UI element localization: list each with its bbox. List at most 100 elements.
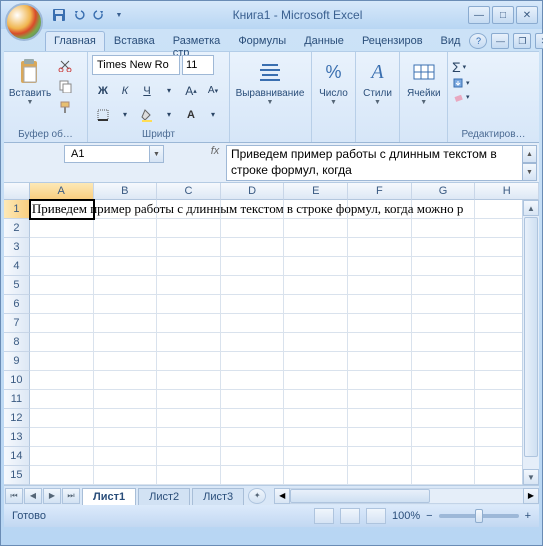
- cell[interactable]: [412, 371, 476, 390]
- cell[interactable]: [30, 428, 94, 447]
- row-header[interactable]: 8: [4, 333, 30, 352]
- zoom-in-icon[interactable]: +: [525, 510, 531, 522]
- cell[interactable]: [94, 390, 158, 409]
- column-header[interactable]: E: [284, 183, 348, 200]
- row-header[interactable]: 11: [4, 390, 30, 409]
- sheet-nav-last-icon[interactable]: ⏭: [62, 488, 80, 504]
- qat-dropdown-icon[interactable]: ▼: [111, 7, 127, 23]
- cell[interactable]: [284, 257, 348, 276]
- zoom-level[interactable]: 100%: [392, 510, 420, 522]
- row-header[interactable]: 13: [4, 428, 30, 447]
- sheet-tab[interactable]: Лист2: [138, 488, 190, 505]
- scroll-right-icon[interactable]: ▶: [523, 488, 539, 504]
- cell[interactable]: [412, 276, 476, 295]
- cell[interactable]: [348, 219, 412, 238]
- cell[interactable]: [284, 276, 348, 295]
- cell[interactable]: [412, 219, 476, 238]
- maximize-button[interactable]: □: [492, 6, 514, 24]
- cell[interactable]: [157, 238, 221, 257]
- cell[interactable]: [284, 390, 348, 409]
- cell[interactable]: [94, 466, 158, 485]
- cell[interactable]: [284, 333, 348, 352]
- name-box[interactable]: [64, 145, 150, 163]
- row-header[interactable]: 15: [4, 466, 30, 485]
- font-size-select[interactable]: [182, 55, 214, 75]
- cell[interactable]: [348, 238, 412, 257]
- tab-insert[interactable]: Вставка: [105, 31, 164, 51]
- cell[interactable]: [348, 390, 412, 409]
- tab-review[interactable]: Рецензиров: [353, 31, 432, 51]
- doc-minimize-button[interactable]: —: [491, 33, 509, 49]
- styles-button[interactable]: A Стили ▼: [360, 55, 395, 142]
- cell[interactable]: [348, 314, 412, 333]
- cell[interactable]: [30, 257, 94, 276]
- cell[interactable]: [157, 390, 221, 409]
- sheet-nav-first-icon[interactable]: ⏮: [5, 488, 23, 504]
- cell[interactable]: [221, 447, 285, 466]
- namebox-dropdown-icon[interactable]: ▼: [150, 145, 164, 163]
- vertical-scrollbar[interactable]: ▲ ▼: [522, 200, 539, 485]
- cell[interactable]: [221, 428, 285, 447]
- cell[interactable]: [348, 428, 412, 447]
- cell[interactable]: [221, 352, 285, 371]
- number-button[interactable]: % Число ▼: [316, 55, 351, 142]
- clear-icon[interactable]: [452, 91, 464, 103]
- font-color-icon[interactable]: A: [180, 104, 202, 125]
- cell[interactable]: [412, 238, 476, 257]
- cell[interactable]: [94, 428, 158, 447]
- cell[interactable]: [348, 333, 412, 352]
- view-layout-icon[interactable]: [340, 508, 360, 524]
- cell[interactable]: [30, 295, 94, 314]
- cell[interactable]: [348, 276, 412, 295]
- cell[interactable]: [157, 466, 221, 485]
- cells-button[interactable]: Ячейки ▼: [404, 55, 444, 142]
- cell[interactable]: [157, 333, 221, 352]
- cell[interactable]: [348, 295, 412, 314]
- cell[interactable]: [221, 371, 285, 390]
- cell[interactable]: [30, 352, 94, 371]
- tab-home[interactable]: Главная: [45, 31, 105, 51]
- cell[interactable]: [94, 447, 158, 466]
- column-header[interactable]: B: [94, 183, 158, 200]
- borders-icon[interactable]: [92, 104, 114, 125]
- underline-button[interactable]: Ч: [136, 80, 158, 101]
- cell[interactable]: [94, 314, 158, 333]
- cell[interactable]: [30, 409, 94, 428]
- column-header[interactable]: G: [412, 183, 476, 200]
- help-icon[interactable]: ?: [469, 33, 487, 49]
- hscroll-thumb[interactable]: [290, 489, 430, 503]
- cell[interactable]: [94, 352, 158, 371]
- view-normal-icon[interactable]: [314, 508, 334, 524]
- cell[interactable]: [94, 276, 158, 295]
- cell[interactable]: [157, 314, 221, 333]
- formula-bar[interactable]: Приведем пример работы с длинным текстом…: [226, 145, 523, 181]
- column-header[interactable]: F: [348, 183, 412, 200]
- column-header[interactable]: C: [157, 183, 221, 200]
- column-header[interactable]: A: [30, 183, 94, 200]
- cell[interactable]: [284, 428, 348, 447]
- format-painter-icon[interactable]: [55, 97, 75, 117]
- cell[interactable]: [30, 466, 94, 485]
- cell[interactable]: [94, 295, 158, 314]
- cell[interactable]: [30, 314, 94, 333]
- cell[interactable]: [157, 371, 221, 390]
- cell[interactable]: [284, 447, 348, 466]
- cell[interactable]: [30, 390, 94, 409]
- cell[interactable]: [412, 409, 476, 428]
- cell[interactable]: [30, 276, 94, 295]
- cell[interactable]: [412, 257, 476, 276]
- cell[interactable]: [412, 466, 476, 485]
- row-header[interactable]: 12: [4, 409, 30, 428]
- underline-dropdown-icon[interactable]: ▾: [158, 80, 180, 101]
- cell[interactable]: [221, 333, 285, 352]
- cell[interactable]: [94, 219, 158, 238]
- cell[interactable]: [284, 466, 348, 485]
- scroll-left-icon[interactable]: ◀: [274, 488, 290, 504]
- cell[interactable]: [412, 352, 476, 371]
- cell[interactable]: [30, 371, 94, 390]
- fontcolor-dropdown-icon[interactable]: ▾: [202, 104, 224, 125]
- autosum-icon[interactable]: Σ: [452, 59, 461, 75]
- new-sheet-icon[interactable]: ✦: [248, 488, 266, 504]
- cell[interactable]: [221, 257, 285, 276]
- cell[interactable]: [348, 352, 412, 371]
